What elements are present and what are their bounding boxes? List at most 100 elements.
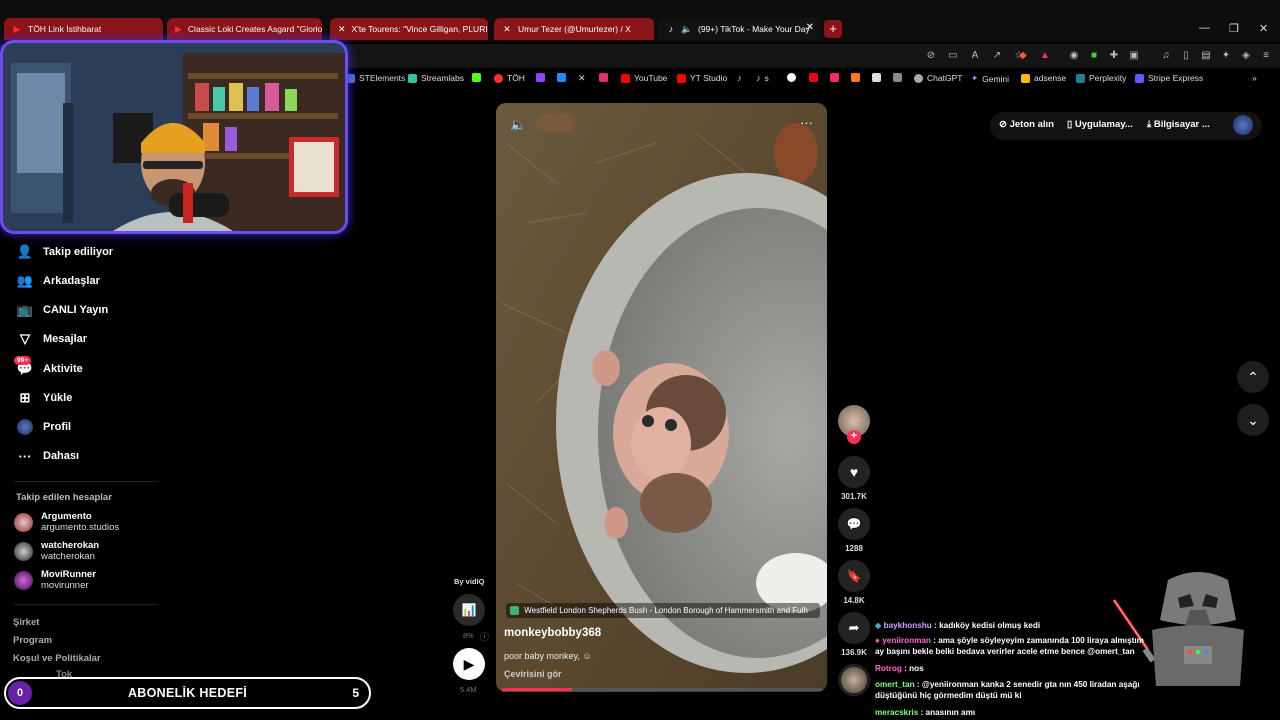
sidebar-item-friends[interactable]: 👥 Arkadaşlar [16, 272, 100, 290]
user-avatar[interactable] [1233, 115, 1253, 135]
sidebar-item-following[interactable]: 👤 Takip ediliyor [16, 243, 113, 261]
progress-bar-track[interactable] [572, 688, 822, 691]
bookmark-netflix[interactable] [809, 73, 822, 82]
sidebar-item-activity[interactable]: 💬 99+ Aktivite [14, 356, 83, 378]
info-icon[interactable]: ⓘ [480, 630, 489, 643]
bookmark-puzzle[interactable] [830, 73, 843, 82]
bookmark-perplexity[interactable]: Perplexity [1076, 73, 1126, 83]
followed-account-movirunner[interactable]: MoviRunner movirunner [14, 569, 96, 591]
bookmark-amazon[interactable] [872, 73, 885, 82]
sidebar-item-more[interactable]: ··· Dahası [16, 447, 80, 465]
tab-loki[interactable]: ▶ Classic Loki Creates Asgard "Glorious [167, 18, 322, 40]
tab-tourens[interactable]: ✕ X'te Tourens: "Vince Gilligan, PLURIB [330, 18, 488, 40]
rewards-icon[interactable]: ▲ [1039, 50, 1051, 62]
bookmark-youtube[interactable]: YouTube [621, 73, 667, 83]
capture-icon[interactable]: ▣ [1128, 50, 1140, 62]
wallet-icon[interactable]: ▤ [1200, 50, 1212, 62]
bookmark-orange[interactable] [851, 73, 864, 82]
progress-bar-fill [502, 688, 572, 691]
activity-badge: 99+ [14, 356, 32, 365]
sidebar-item-profile[interactable]: Profil [16, 418, 71, 436]
music-icon[interactable]: ♫ [1160, 50, 1172, 62]
close-window-icon[interactable]: ✕ [1259, 22, 1268, 35]
bookmarks-overflow[interactable]: » [1252, 73, 1257, 83]
sidebar-item-live[interactable]: 📺 CANLI Yayın [16, 301, 108, 319]
bookmark-tiktok-s[interactable]: ♪ s [756, 73, 769, 83]
bookmark-chatgpt[interactable]: ChatGPT [914, 73, 962, 83]
music-disc[interactable] [838, 664, 870, 696]
comment-icon: 💬 [846, 517, 862, 531]
extension-icon[interactable]: ◉ [1068, 50, 1080, 62]
like-count: 301.7K [841, 492, 867, 501]
bookmark-z[interactable] [893, 73, 906, 82]
translate-link[interactable]: Çevirisini gör [504, 669, 562, 679]
desktop-app-button[interactable]: ⤓ Bilgisayar ... [1147, 119, 1210, 130]
x-icon: ✕ [503, 23, 511, 34]
like-button[interactable]: ♥ [838, 456, 870, 488]
save-button[interactable]: 🔖 [838, 560, 870, 592]
screen-icon[interactable]: ▭ [947, 50, 959, 62]
sidebar-item-upload[interactable]: ⊞ Yükle [16, 389, 73, 407]
bookmark-gemini[interactable]: ✦ Gemini [971, 73, 1009, 84]
get-app-button[interactable]: ▯ Uygulamay... [1067, 119, 1133, 130]
leo-ai-icon[interactable]: ✦ [1220, 50, 1232, 62]
share-icon[interactable]: ↗ [991, 50, 1003, 62]
bookmark-toh[interactable]: TÖH [494, 73, 525, 83]
maximize-icon[interactable]: ❐ [1229, 22, 1239, 35]
bookmark-twitch[interactable] [536, 73, 549, 82]
bookmark-tiktok[interactable]: ♪ [737, 73, 742, 83]
followed-account-argumento[interactable]: Argumento argumento.studios [14, 511, 119, 533]
tab-tiktok[interactable]: ♪ 🔈 (99+) TikTok - Make Your Day ✕ [658, 18, 820, 40]
menu-icon[interactable]: ≡ [1260, 50, 1272, 62]
bookmark-stripe[interactable]: Stripe Express [1135, 73, 1203, 83]
chat-text: @yeniironman kanka 2 senedir gta nın 450… [875, 680, 1140, 700]
bookmark-yt-studio[interactable]: YT Studio [677, 73, 727, 83]
brave-shield-icon[interactable]: ◆ [1017, 50, 1029, 62]
sidebar-item-messages[interactable]: ▽ Mesajlar [16, 330, 87, 348]
amazon-icon [872, 73, 881, 82]
more-options-icon[interactable]: ··· [800, 115, 813, 130]
no-script-icon[interactable]: ⊘ [925, 50, 937, 62]
video-player[interactable]: 🔈 ··· Westfield London Shepherds Bush - … [496, 103, 827, 692]
chat-message: omert_tan : @yeniironman kanka 2 senedir… [875, 680, 1140, 700]
next-video-button[interactable]: ⌄ [1237, 404, 1269, 436]
x-icon: ✕ [338, 23, 346, 34]
previous-video-button[interactable]: ⌃ [1237, 361, 1269, 393]
bookmark-stelements[interactable]: STElements [346, 73, 405, 83]
vidiq-extension-icon[interactable]: ■ [1088, 50, 1100, 62]
bookmark-instagram[interactable] [599, 73, 612, 82]
vidiq-stats-button[interactable]: 📊 [453, 594, 485, 626]
bookmark-threads[interactable] [787, 73, 800, 82]
translate-icon[interactable]: A [969, 50, 981, 62]
streamlabs-icon [408, 73, 417, 83]
bookmark-kick[interactable] [472, 73, 485, 82]
share-button[interactable]: ➦ [838, 612, 870, 644]
stripe-icon [1135, 73, 1144, 83]
mute-icon[interactable]: 🔈 [510, 117, 526, 133]
bookmark-x[interactable]: ✕ [578, 73, 586, 84]
follow-plus-button[interactable]: + [847, 430, 861, 444]
bookmark-streamlabs[interactable]: Streamlabs [408, 73, 464, 83]
tab-toh[interactable]: ▶ TÖH Link İstihbarat [4, 18, 163, 40]
bookmark-adsense[interactable]: adsense [1021, 73, 1066, 83]
followed-account-watcherokan[interactable]: watcherokan watcherokan [14, 540, 99, 562]
get-coins-button[interactable]: ⊘ Jeton alın [999, 119, 1054, 130]
bookmark-bluesky[interactable] [557, 73, 570, 82]
footer-terms-link[interactable]: Koşul ve Politikalar [13, 653, 101, 664]
messages-icon: ▽ [20, 331, 30, 346]
footer-program-link[interactable]: Program [13, 635, 52, 646]
tab-umur[interactable]: ✕ Umur Tezer (@Umurtezer) / X [494, 18, 654, 40]
video-author[interactable]: monkeybobby368 [504, 627, 601, 639]
play-button[interactable]: ▶ [453, 648, 485, 680]
extensions-icon[interactable]: ✚ [1108, 50, 1120, 62]
close-tab-icon[interactable]: ✕ [806, 22, 814, 33]
youtube-icon: ▶ [13, 23, 21, 34]
minimize-icon[interactable]: — [1199, 22, 1210, 34]
chat-username: omert_tan [875, 680, 915, 689]
location-tag[interactable]: Westfield London Shepherds Bush - London… [506, 603, 820, 618]
sidebar-icon[interactable]: ▯ [1180, 50, 1192, 62]
vpn-icon[interactable]: ◈ [1240, 50, 1252, 62]
footer-company-link[interactable]: Şirket [13, 617, 39, 628]
comment-button[interactable]: 💬 [838, 508, 870, 540]
new-tab-button[interactable]: + [824, 20, 842, 38]
